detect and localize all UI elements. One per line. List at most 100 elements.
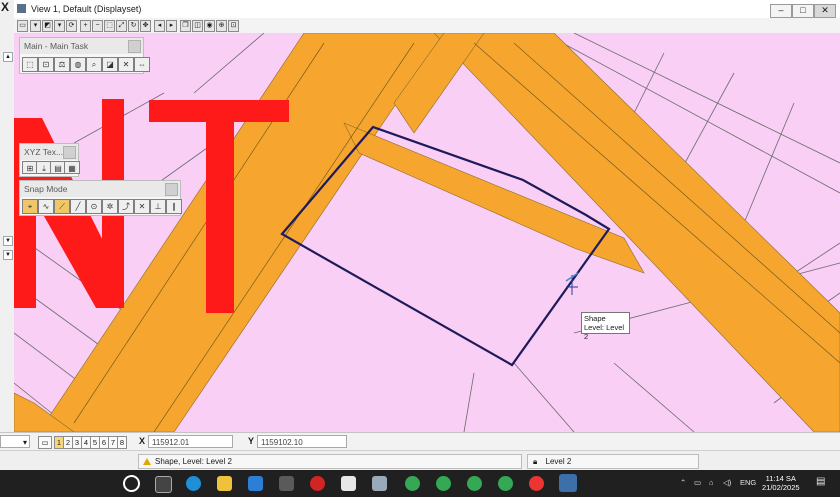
chrome-icon[interactable] <box>436 476 451 491</box>
snap-tangent-icon[interactable]: ╱ <box>70 199 86 214</box>
palette-close-icon[interactable] <box>165 183 178 196</box>
view-previous-icon[interactable]: ◂ <box>154 20 165 32</box>
view-options-icon[interactable]: ▾ <box>30 20 41 32</box>
view-groups-icon[interactable]: ▭ <box>38 436 52 449</box>
active-level: Level 2 <box>545 457 572 466</box>
snap-center-icon[interactable]: ⊙ <box>86 199 102 214</box>
drawing-canvas[interactable] <box>14 33 840 432</box>
delete-icon[interactable]: ✕ <box>118 57 134 72</box>
volume-icon[interactable]: ◁) <box>723 478 731 487</box>
battery-icon[interactable]: ▭ <box>694 478 701 487</box>
store-icon[interactable] <box>279 476 294 491</box>
status-message: Shape, Level: Level 2 <box>155 457 232 466</box>
snap-intersection-icon[interactable]: ✕ <box>134 199 150 214</box>
chrome-icon[interactable] <box>405 476 420 491</box>
view-toggle-8[interactable]: 8 <box>117 436 127 449</box>
snap-midpoint-icon[interactable]: ⟋ <box>54 199 70 214</box>
xyz-text-palette: XYZ Tex... ⊞ ⤓ ▤ ▦ <box>19 143 80 177</box>
notepad-icon[interactable] <box>341 476 356 491</box>
x-coordinate-field[interactable]: 115912.01 <box>148 435 233 448</box>
change-attributes-icon[interactable]: ◪ <box>102 57 118 72</box>
display-style-icon[interactable]: ◩ <box>42 20 53 32</box>
lock-icon: 🔒︎ <box>533 457 538 466</box>
chrome-icon[interactable] <box>467 476 482 491</box>
tooltip-type: Shape <box>584 314 606 323</box>
view-attributes-icon[interactable]: ▭ <box>17 20 28 32</box>
snap-mode-palette: Snap Mode ⌖ ∿ ⟋ ╱ ⊙ ✲ ⤴ ✕ ⊥ ∥ <box>19 180 182 216</box>
snap-origin-icon[interactable]: ✲ <box>102 199 118 214</box>
close-icon[interactable]: X <box>1 1 9 13</box>
palette-header[interactable]: Snap Mode <box>20 181 180 197</box>
tray-chevron-icon[interactable]: ⌃ <box>680 478 686 487</box>
manipulate-icon[interactable]: ⇔ <box>134 57 150 72</box>
window-area-icon[interactable]: ⬚ <box>104 20 115 32</box>
pan-view-icon[interactable]: ✥ <box>140 20 151 32</box>
zoom-in-icon[interactable]: + <box>80 20 91 32</box>
palette-header[interactable]: Main - Main Task <box>20 38 143 54</box>
network-icon[interactable]: ⌂ <box>709 478 714 487</box>
search-element-icon[interactable]: ⌕ <box>86 57 102 72</box>
element-tooltip: Shape Level: Level 2 <box>581 312 630 341</box>
letter-t-stem <box>206 100 234 313</box>
windows-taskbar: ⌃ ▭ ⌂ ◁) ENG 11:14 SA 21/02/2025 ▤ <box>0 470 840 497</box>
measure-icon[interactable]: ⚖ <box>54 57 70 72</box>
edge-browser-icon[interactable] <box>186 476 201 491</box>
element-selection-icon[interactable]: ⬚ <box>22 57 38 72</box>
file-explorer-icon[interactable] <box>217 476 232 491</box>
update-view-icon[interactable]: ⟳ <box>66 20 77 32</box>
clock-date: 21/02/2025 <box>762 483 800 492</box>
xyz-export-icon[interactable]: ▦ <box>64 161 80 174</box>
search-icon[interactable] <box>123 475 140 492</box>
input-language[interactable]: ENG <box>740 478 756 487</box>
clock[interactable]: 11:14 SA 21/02/2025 <box>762 474 800 492</box>
maximize-button[interactable]: □ <box>792 4 814 18</box>
view-window: View 1, Default (Displayset) – □ ✕ ▭ ▾ ◩… <box>14 0 840 432</box>
opera-browser-icon[interactable] <box>310 476 325 491</box>
view-dropdown[interactable]: ▾ <box>0 435 30 448</box>
rotate-view-icon[interactable]: ↻ <box>128 20 139 32</box>
app-icon[interactable] <box>372 476 387 491</box>
notification-icon[interactable]: ▤ <box>816 476 825 487</box>
palette-title: Main - Main Task <box>24 41 89 51</box>
select-icon[interactable]: ⊡ <box>38 57 54 72</box>
snap-nearest-icon[interactable]: ∿ <box>38 199 54 214</box>
chrome-icon[interactable] <box>529 476 544 491</box>
minimize-button[interactable]: – <box>770 4 792 18</box>
close-view-button[interactable]: ✕ <box>814 4 836 18</box>
camera-icon[interactable]: ◉ <box>204 20 215 32</box>
snap-parallel-icon[interactable]: ∥ <box>166 199 182 214</box>
snap-perpendicular-icon[interactable]: ⊥ <box>150 199 166 214</box>
palette-close-icon[interactable] <box>128 40 141 53</box>
chrome-icon[interactable] <box>498 476 513 491</box>
palette-header[interactable]: XYZ Tex... <box>20 144 78 160</box>
analyze-icon[interactable]: ◍ <box>70 57 86 72</box>
dropdown-icon[interactable]: ▾ <box>54 20 65 32</box>
active-level-box[interactable]: 🔒︎ Level 2 <box>527 454 699 469</box>
palette-close-icon[interactable] <box>63 146 76 159</box>
clock-time: 11:14 SA <box>765 474 796 483</box>
view-title: View 1, Default (Displayset) <box>31 4 142 14</box>
view-window-icon <box>17 4 26 13</box>
mail-icon[interactable] <box>248 476 263 491</box>
view-title-bar: View 1, Default (Displayset) – □ ✕ <box>14 0 840 18</box>
scroll-up-icon[interactable]: ▲ <box>3 52 13 62</box>
palette-title: Snap Mode <box>24 184 68 194</box>
scroll-down-icon[interactable]: ▼ <box>3 250 13 260</box>
copy-view-icon[interactable]: ❐ <box>180 20 191 32</box>
snap-keypoint-icon[interactable]: ⌖ <box>22 199 38 214</box>
snap-bisector-icon[interactable]: ⤴ <box>118 199 134 214</box>
y-coordinate-field[interactable]: 1159102.10 <box>257 435 347 448</box>
palette-title: XYZ Tex... <box>24 147 64 157</box>
task-view-icon[interactable] <box>155 476 172 493</box>
clip-volume-icon[interactable]: ◫ <box>192 20 203 32</box>
left-panel-strip: X ▲ ▼ ▼ <box>0 0 15 432</box>
zoom-out-icon[interactable]: − <box>92 20 103 32</box>
view-controls-bar: ▾ ▭ 1 2 3 4 5 6 7 8 X 115912.01 Y 115910… <box>0 432 840 451</box>
view-next-icon[interactable]: ▸ <box>166 20 177 32</box>
microstation-icon[interactable] <box>559 474 577 492</box>
view-rotation-icon[interactable]: ⊕ <box>216 20 227 32</box>
fit-view-icon[interactable]: ⤢ <box>116 20 127 32</box>
dropdown-icon[interactable]: ▼ <box>3 236 13 246</box>
fence-icon[interactable]: ⊡ <box>228 20 239 32</box>
tooltip-level: Level: Level 2 <box>584 323 625 341</box>
